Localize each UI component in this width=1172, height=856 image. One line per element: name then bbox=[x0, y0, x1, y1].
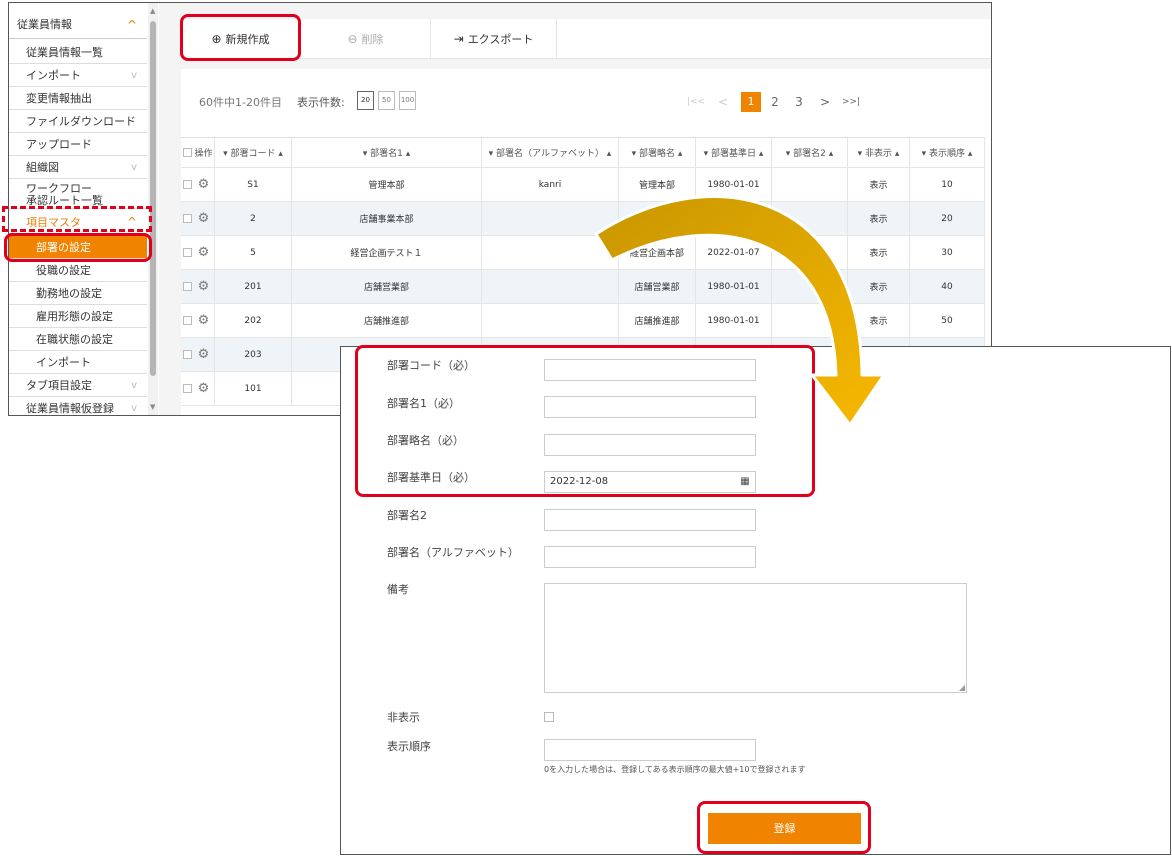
last-page-button[interactable]: >>| bbox=[841, 92, 861, 112]
cell-order: 30 bbox=[910, 236, 985, 269]
sidebar-item-change-extract[interactable]: 変更情報抽出 bbox=[9, 87, 147, 110]
chevron-down-icon: v bbox=[131, 380, 137, 391]
sidebar-item-tab-settings[interactable]: タブ項目設定 v bbox=[9, 374, 147, 397]
sidebar-item-provisional-registration[interactable]: 従業員情報仮登録 v bbox=[9, 397, 147, 415]
resize-grip-icon[interactable]: ◢ bbox=[959, 683, 965, 692]
cell-code: 101 bbox=[215, 372, 292, 405]
page-size-label: 表示件数: bbox=[297, 96, 345, 109]
next-page-button[interactable]: > bbox=[815, 92, 835, 112]
row-checkbox[interactable] bbox=[182, 384, 192, 393]
remarks-textarea[interactable]: ◢ bbox=[544, 583, 967, 693]
display-order-label: 表示順序 bbox=[387, 740, 431, 753]
sidebar-item-upload[interactable]: アップロード bbox=[9, 133, 147, 156]
column-header-name1[interactable]: ▾ 部署名1 ▴ bbox=[292, 138, 482, 167]
cell-name1: 店舗事業本部 bbox=[292, 202, 482, 235]
select-all-checkbox[interactable] bbox=[182, 148, 192, 157]
chevron-down-icon: v bbox=[131, 70, 137, 81]
table-header: 操作 ▾ 部署コード ▴ ▾ 部署名1 ▴ ▾ 部署名（アルファベット） ▴ ▾… bbox=[181, 138, 985, 168]
sidebar-item-file-download[interactable]: ファイルダウンロード bbox=[9, 110, 147, 133]
sidebar-item-org-chart[interactable]: 組織図 v bbox=[9, 156, 147, 179]
prev-page-button[interactable]: < bbox=[713, 92, 733, 112]
page-size-100[interactable]: 100 bbox=[399, 91, 416, 110]
gear-icon[interactable]: ⚙ bbox=[198, 279, 210, 294]
name2-input[interactable] bbox=[544, 509, 756, 531]
row-checkbox[interactable] bbox=[182, 350, 192, 359]
alpha-name-label: 部署名（アルファベット） bbox=[387, 546, 519, 559]
row-checkbox[interactable] bbox=[182, 180, 192, 189]
sidebar-item-location-settings[interactable]: 勤務地の設定 bbox=[9, 282, 147, 305]
paging-info: 60件中1-20件目 bbox=[199, 96, 282, 109]
gear-icon[interactable]: ⚙ bbox=[198, 313, 210, 328]
delete-button[interactable]: ⊖ 削除 bbox=[301, 19, 431, 59]
cell-name1: 店舗営業部 bbox=[292, 270, 482, 303]
gear-icon[interactable]: ⚙ bbox=[198, 381, 210, 396]
sidebar-item-position-settings[interactable]: 役職の設定 bbox=[9, 259, 147, 282]
sidebar-item-employee-list[interactable]: 従業員情報一覧 bbox=[9, 41, 147, 64]
page-1-button[interactable]: 1 bbox=[741, 92, 761, 112]
sidebar-item-master-import[interactable]: インポート bbox=[9, 351, 147, 374]
gear-icon[interactable]: ⚙ bbox=[198, 211, 210, 226]
column-header-order[interactable]: ▾ 表示順序 ▴ bbox=[910, 138, 985, 167]
hidden-label: 非表示 bbox=[387, 711, 420, 724]
gear-icon[interactable]: ⚙ bbox=[198, 347, 210, 362]
flow-arrow-icon bbox=[594, 195, 886, 427]
cell-order: 50 bbox=[910, 304, 985, 337]
highlight-item-master bbox=[2, 206, 152, 232]
cell-name1: 店舗推進部 bbox=[292, 304, 482, 337]
column-header-short[interactable]: ▾ 部署略名 ▴ bbox=[619, 138, 696, 167]
sidebar-item-workflow[interactable]: ワークフロー 承認ルート一覧 bbox=[9, 179, 147, 209]
column-header-hidden[interactable]: ▾ 非表示 ▴ bbox=[848, 138, 910, 167]
cell-code: 5 bbox=[215, 236, 292, 269]
sidebar-item-status-settings[interactable]: 在職状態の設定 bbox=[9, 328, 147, 351]
chevron-down-icon: v bbox=[131, 162, 137, 173]
row-checkbox[interactable] bbox=[182, 248, 192, 257]
chevron-up-icon: ^ bbox=[126, 18, 137, 32]
page-2-button[interactable]: 2 bbox=[765, 92, 785, 112]
highlight-new-button bbox=[180, 14, 301, 61]
cell-name1: 管理本部 bbox=[292, 168, 482, 201]
gear-icon[interactable]: ⚙ bbox=[198, 177, 210, 192]
cell-code: 2 bbox=[215, 202, 292, 235]
cell-code: 203 bbox=[215, 338, 292, 371]
display-order-input[interactable] bbox=[544, 739, 756, 761]
cell-order: 20 bbox=[910, 202, 985, 235]
row-checkbox[interactable] bbox=[182, 316, 192, 325]
display-order-hint: 0を入力した場合は、登録してある表示順序の最大値+10で登録されます bbox=[544, 765, 806, 774]
cell-code: 202 bbox=[215, 304, 292, 337]
row-checkbox[interactable] bbox=[182, 282, 192, 291]
minus-circle-icon: ⊖ bbox=[347, 32, 358, 46]
gear-icon[interactable]: ⚙ bbox=[198, 245, 210, 260]
highlight-department-settings bbox=[4, 233, 152, 262]
column-header-name2[interactable]: ▾ 部署名2 ▴ bbox=[772, 138, 848, 167]
column-header-date[interactable]: ▾ 部署基準日 ▴ bbox=[696, 138, 772, 167]
highlight-register-button bbox=[697, 801, 871, 854]
row-checkbox[interactable] bbox=[182, 214, 192, 223]
page-size-20[interactable]: 20 bbox=[357, 91, 374, 110]
export-button[interactable]: ⇥ エクスポート bbox=[431, 19, 557, 59]
scroll-down-icon[interactable]: ▼ bbox=[150, 403, 155, 411]
cell-code: 201 bbox=[215, 270, 292, 303]
column-header-actions: 操作 bbox=[193, 138, 215, 167]
cell-name1: 経営企画テスト１ bbox=[292, 236, 482, 269]
scroll-up-icon[interactable]: ▲ bbox=[150, 7, 155, 15]
cell-order: 40 bbox=[910, 270, 985, 303]
remarks-label: 備考 bbox=[387, 583, 409, 596]
sidebar-item-employee-info[interactable]: 従業員情報 ^ bbox=[9, 11, 147, 39]
column-header-alpha[interactable]: ▾ 部署名（アルファベット） ▴ bbox=[482, 138, 619, 167]
page-3-button[interactable]: 3 bbox=[789, 92, 809, 112]
sidebar-item-import[interactable]: インポート v bbox=[9, 64, 147, 87]
export-icon: ⇥ bbox=[453, 32, 464, 46]
cell-order: 10 bbox=[910, 168, 985, 201]
first-page-button[interactable]: |<< bbox=[686, 92, 706, 112]
scrollbar-thumb[interactable] bbox=[150, 21, 156, 376]
hidden-checkbox[interactable] bbox=[544, 712, 554, 722]
chevron-down-icon: v bbox=[131, 403, 137, 414]
column-header-code[interactable]: ▾ 部署コード ▴ bbox=[215, 138, 292, 167]
page-size-50[interactable]: 50 bbox=[378, 91, 395, 110]
alpha-name-input[interactable] bbox=[544, 546, 756, 568]
sidebar-item-employment-type-settings[interactable]: 雇用形態の設定 bbox=[9, 305, 147, 328]
toolbar: ⊕ 新規作成 ⊖ 削除 ⇥ エクスポート bbox=[181, 19, 991, 59]
name2-label: 部署名2 bbox=[387, 509, 427, 522]
cell-code: S1 bbox=[215, 168, 292, 201]
